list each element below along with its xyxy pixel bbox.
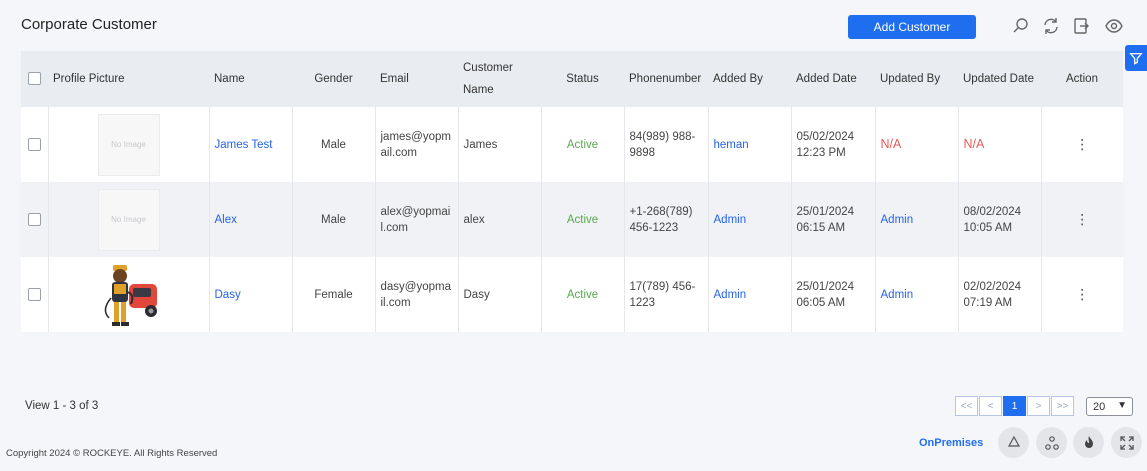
phone-cell: 84(989) 988-9898 <box>624 107 709 182</box>
header-phonenumber[interactable]: Phonenumber <box>624 51 708 107</box>
added-by-link[interactable]: Admin <box>714 289 747 301</box>
status-badge: Active <box>566 138 599 151</box>
header-customer-name[interactable]: Customer Name <box>458 51 541 107</box>
profile-picture <box>104 264 157 326</box>
fire-icon <box>1084 435 1093 448</box>
pagination: << < 1 > >> <box>955 396 1075 416</box>
onpremises-label[interactable]: OnPremises <box>919 437 983 449</box>
row-actions-menu-icon[interactable]: ⋮ <box>1075 211 1089 227</box>
customer-name-link[interactable]: Dasy <box>215 289 241 301</box>
updated-by-link[interactable]: Admin <box>881 289 914 301</box>
network-icon <box>1044 435 1059 450</box>
prev-page-button[interactable]: < <box>979 396 1002 416</box>
last-page-button[interactable]: >> <box>1051 396 1074 416</box>
export-icon[interactable] <box>1071 16 1091 36</box>
added-by-link[interactable]: heman <box>714 139 749 151</box>
header-email[interactable]: Email <box>375 51 458 107</box>
header-updated-by[interactable]: Updated By <box>875 51 958 107</box>
header-updated-date[interactable]: Updated Date <box>958 51 1041 107</box>
eye-icon[interactable] <box>1104 16 1124 36</box>
customer-name-link[interactable]: Alex <box>215 214 237 226</box>
email-cell: james@yopmail.com <box>375 107 459 182</box>
customer-name-cell: alex <box>458 182 542 257</box>
page-size-value: 20 <box>1093 400 1106 413</box>
header-added-by[interactable]: Added By <box>708 51 791 107</box>
status-badge: Active <box>566 288 599 301</box>
no-image-placeholder: No Image <box>97 188 160 251</box>
refresh-icon[interactable] <box>1041 16 1061 36</box>
next-page-button[interactable]: > <box>1027 396 1050 416</box>
customer-name-cell: Dasy <box>458 257 542 332</box>
copyright-text: Copyright 2024 © ROCKEYE. All Rights Res… <box>6 448 218 459</box>
updated-by-link[interactable]: Admin <box>881 214 914 226</box>
header-action: Action <box>1041 51 1123 107</box>
row-checkbox[interactable] <box>27 212 41 226</box>
header-profile-picture: Profile Picture <box>48 51 209 107</box>
fullscreen-icon <box>1119 435 1134 450</box>
gender-cell: Male <box>292 182 376 257</box>
updated-by-cell: N/A <box>880 137 902 151</box>
table-row: No Image Alex Male alex@yopmail.com alex… <box>21 182 1123 257</box>
page-title: Corporate Customer <box>21 16 157 33</box>
header-status[interactable]: Status <box>541 51 624 107</box>
page-number-button[interactable]: 1 <box>1003 396 1026 416</box>
select-all-checkbox[interactable] <box>28 72 41 86</box>
header-gender[interactable]: Gender <box>292 51 375 107</box>
updated-date-cell: 02/02/2024 07:19 AM <box>958 257 1042 332</box>
table-header-row: Profile Picture Name Gender Email Custom… <box>21 51 1123 107</box>
added-date-cell: 05/02/2024 12:23 PM <box>791 107 876 182</box>
add-customer-button[interactable]: Add Customer <box>848 15 976 39</box>
customer-name-link[interactable]: James Test <box>215 139 273 151</box>
filter-icon <box>1129 52 1143 65</box>
customer-table: Profile Picture Name Gender Email Custom… <box>21 51 1123 332</box>
header-name[interactable]: Name <box>209 51 292 107</box>
row-actions-menu-icon[interactable]: ⋮ <box>1075 136 1089 152</box>
phone-cell: 17(789) 456-1223 <box>624 257 709 332</box>
table-row: Dasy Female dasy@yopmail.com Dasy Active… <box>21 257 1123 332</box>
filter-tab[interactable] <box>1125 45 1147 71</box>
customer-name-cell: James <box>458 107 542 182</box>
added-by-link[interactable]: Admin <box>714 214 747 226</box>
recycle-button[interactable] <box>998 427 1029 458</box>
page-size-select[interactable]: 20 ▼ <box>1086 397 1133 416</box>
row-checkbox[interactable] <box>27 287 41 301</box>
phone-cell: +1-268(789) 456-1223 <box>624 182 709 257</box>
gender-cell: Female <box>292 257 376 332</box>
chevron-down-icon: ▼ <box>1117 400 1127 411</box>
updated-date-cell: N/A <box>963 137 985 151</box>
fire-button[interactable] <box>1073 427 1104 458</box>
search-icon[interactable] <box>1011 16 1031 36</box>
added-date-cell: 25/01/2024 06:15 AM <box>791 182 876 257</box>
gender-cell: Male <box>292 107 376 182</box>
email-cell: dasy@yopmail.com <box>375 257 459 332</box>
row-checkbox[interactable] <box>27 137 41 151</box>
fullscreen-button[interactable] <box>1111 427 1142 458</box>
recycle-icon <box>1007 435 1020 447</box>
email-cell: alex@yopmail.com <box>375 182 459 257</box>
network-button[interactable] <box>1036 427 1067 458</box>
updated-date-cell: 08/02/2024 10:05 AM <box>958 182 1042 257</box>
no-image-placeholder: No Image <box>97 113 160 176</box>
status-badge: Active <box>566 213 599 226</box>
row-actions-menu-icon[interactable]: ⋮ <box>1075 286 1089 302</box>
added-date-cell: 25/01/2024 06:05 AM <box>791 257 876 332</box>
first-page-button[interactable]: << <box>955 396 978 416</box>
header-added-date[interactable]: Added Date <box>791 51 875 107</box>
table-row: No Image James Test Male james@yopmail.c… <box>21 107 1123 182</box>
record-count: View 1 - 3 of 3 <box>25 400 99 412</box>
